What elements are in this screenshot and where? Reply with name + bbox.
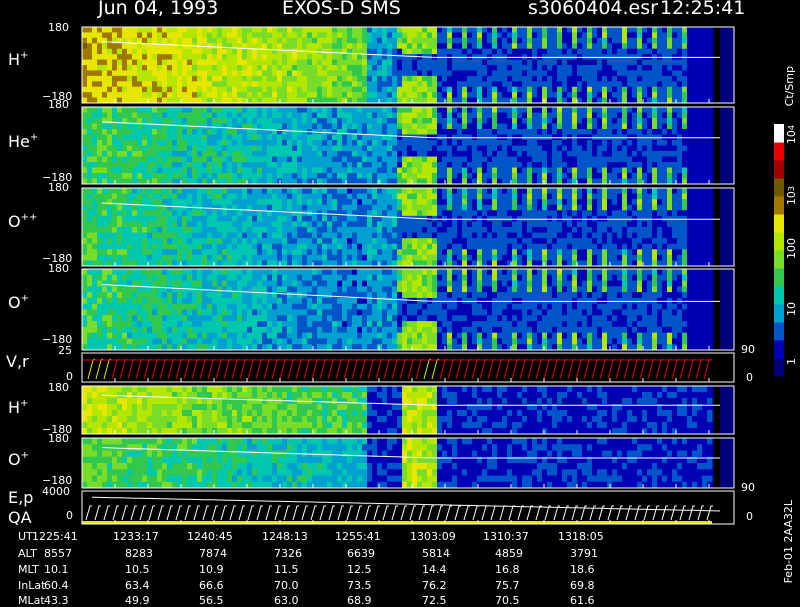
- table-cell: 10.9: [199, 563, 224, 576]
- colorbar-seg-0: [774, 358, 784, 377]
- colorbar-tick-100: 100: [785, 238, 798, 259]
- table-cell: 5814: [422, 547, 450, 560]
- right-tick-vr-bot: 0: [746, 371, 753, 384]
- tick-ep-top: 4000: [42, 485, 70, 498]
- table-cell: 73.5: [347, 579, 372, 592]
- table-cell: 11.5: [274, 563, 299, 576]
- table-cell: 1233:17: [113, 530, 159, 543]
- heatmap-layer: [82, 27, 734, 524]
- table-cell: 7326: [274, 547, 302, 560]
- table-cell: 60.4: [44, 579, 69, 592]
- colorbar-tick-1000: 103: [785, 186, 798, 205]
- right-tick-ep-top: 90: [741, 481, 755, 494]
- table-cell: 16.8: [495, 563, 520, 576]
- tick-he-top: 180: [48, 98, 69, 111]
- table-cell: 63.0: [274, 594, 299, 607]
- colorbar-seg-9: [774, 196, 784, 215]
- colorbar-seg-3: [774, 304, 784, 323]
- panel-label-o-plus-2: O+: [8, 450, 29, 469]
- colorbar-seg-10: [774, 178, 784, 197]
- colorbar-seg-4: [774, 286, 784, 305]
- table-cell: 49.9: [125, 594, 150, 607]
- panel-label-h-plus-2: H+: [8, 398, 28, 417]
- table-row-label: InLat: [18, 579, 45, 592]
- table-cell: 1225:41: [32, 530, 78, 543]
- panel-label-qa: QA: [8, 508, 32, 527]
- tick-vr-top: 25: [58, 344, 72, 357]
- tick-ep-bot: 0: [66, 509, 73, 522]
- tick-o2-top: 180: [48, 432, 69, 445]
- tick-h-top: 180: [48, 21, 69, 34]
- colorbar-tick-10: 10: [785, 302, 798, 316]
- date-label: Jun 04, 1993: [98, 0, 218, 19]
- table-row-label: MLat: [18, 594, 45, 607]
- tick-op-top: 180: [48, 262, 69, 275]
- table-row-label: UT: [18, 530, 33, 543]
- right-tick-ep-bot: 0: [746, 510, 753, 523]
- table-cell: 10.5: [125, 563, 150, 576]
- table-cell: 12.5: [347, 563, 372, 576]
- colorbar-tick-1: 1: [785, 358, 798, 365]
- colorbar-seg-8: [774, 214, 784, 233]
- table-cell: 7874: [199, 547, 227, 560]
- colorbar-unit: Ct/Smp: [783, 66, 796, 106]
- table-cell: 72.5: [422, 594, 447, 607]
- table-cell: 70.0: [274, 579, 299, 592]
- spectrogram-plot: [0, 0, 800, 600]
- table-cell: 66.6: [199, 579, 224, 592]
- colorbar-seg-11: [774, 160, 784, 179]
- table-cell: 1255:41: [335, 530, 381, 543]
- colorbar-seg-1: [774, 340, 784, 359]
- tick-opp-top: 180: [48, 181, 69, 194]
- panel-label-o-plusplus: O++: [8, 212, 37, 231]
- side-tag: Feb-01 2AA32L: [782, 500, 795, 583]
- table-cell: 75.7: [495, 579, 520, 592]
- panel-label-he-plus: He+: [8, 132, 38, 151]
- colorbar-seg-2: [774, 322, 784, 341]
- table-cell: 43.3: [44, 594, 69, 607]
- table-cell: 68.9: [347, 594, 372, 607]
- colorbar: [774, 124, 784, 377]
- table-cell: 1303:09: [410, 530, 456, 543]
- table-cell: 1318:05: [558, 530, 604, 543]
- table-cell: 8283: [125, 547, 153, 560]
- table-cell: 14.4: [422, 563, 447, 576]
- table-cell: 8557: [44, 547, 72, 560]
- table-cell: 1248:13: [262, 530, 308, 543]
- table-cell: 63.4: [125, 579, 150, 592]
- file-label: s3060404.esr: [528, 0, 658, 19]
- table-cell: 56.5: [199, 594, 224, 607]
- table-cell: 76.2: [422, 579, 447, 592]
- table-cell: 1240:45: [187, 530, 233, 543]
- table-cell: 18.6: [570, 563, 595, 576]
- colorbar-seg-6: [774, 250, 784, 269]
- table-cell: 6639: [347, 547, 375, 560]
- time-label: 12:25:41: [660, 0, 745, 19]
- table-cell: 4859: [495, 547, 523, 560]
- colorbar-seg-12: [774, 142, 784, 161]
- table-cell: 69.8: [570, 579, 595, 592]
- table-row-label: MLT: [18, 563, 39, 576]
- tick-h2-top: 180: [48, 381, 69, 394]
- panel-label-o-plus: O+: [8, 293, 29, 312]
- instrument-label: EXOS-D SMS: [282, 0, 401, 19]
- table-cell: 61.6: [570, 594, 595, 607]
- panel-label-h-plus: H+: [8, 50, 28, 69]
- colorbar-seg-7: [774, 232, 784, 251]
- panel-label-vr: V,r: [6, 352, 29, 371]
- panel-label-ep: E,p: [8, 488, 33, 507]
- table-cell: 1310:37: [483, 530, 529, 543]
- colorbar-tick-10000: 104: [785, 125, 798, 144]
- table-row-label: ALT: [18, 547, 37, 560]
- table-cell: 10.1: [44, 563, 69, 576]
- colorbar-seg-13: [774, 124, 784, 143]
- right-tick-vr-top: 90: [741, 343, 755, 356]
- table-cell: 70.5: [495, 594, 520, 607]
- table-cell: 3791: [570, 547, 598, 560]
- colorbar-seg-5: [774, 268, 784, 287]
